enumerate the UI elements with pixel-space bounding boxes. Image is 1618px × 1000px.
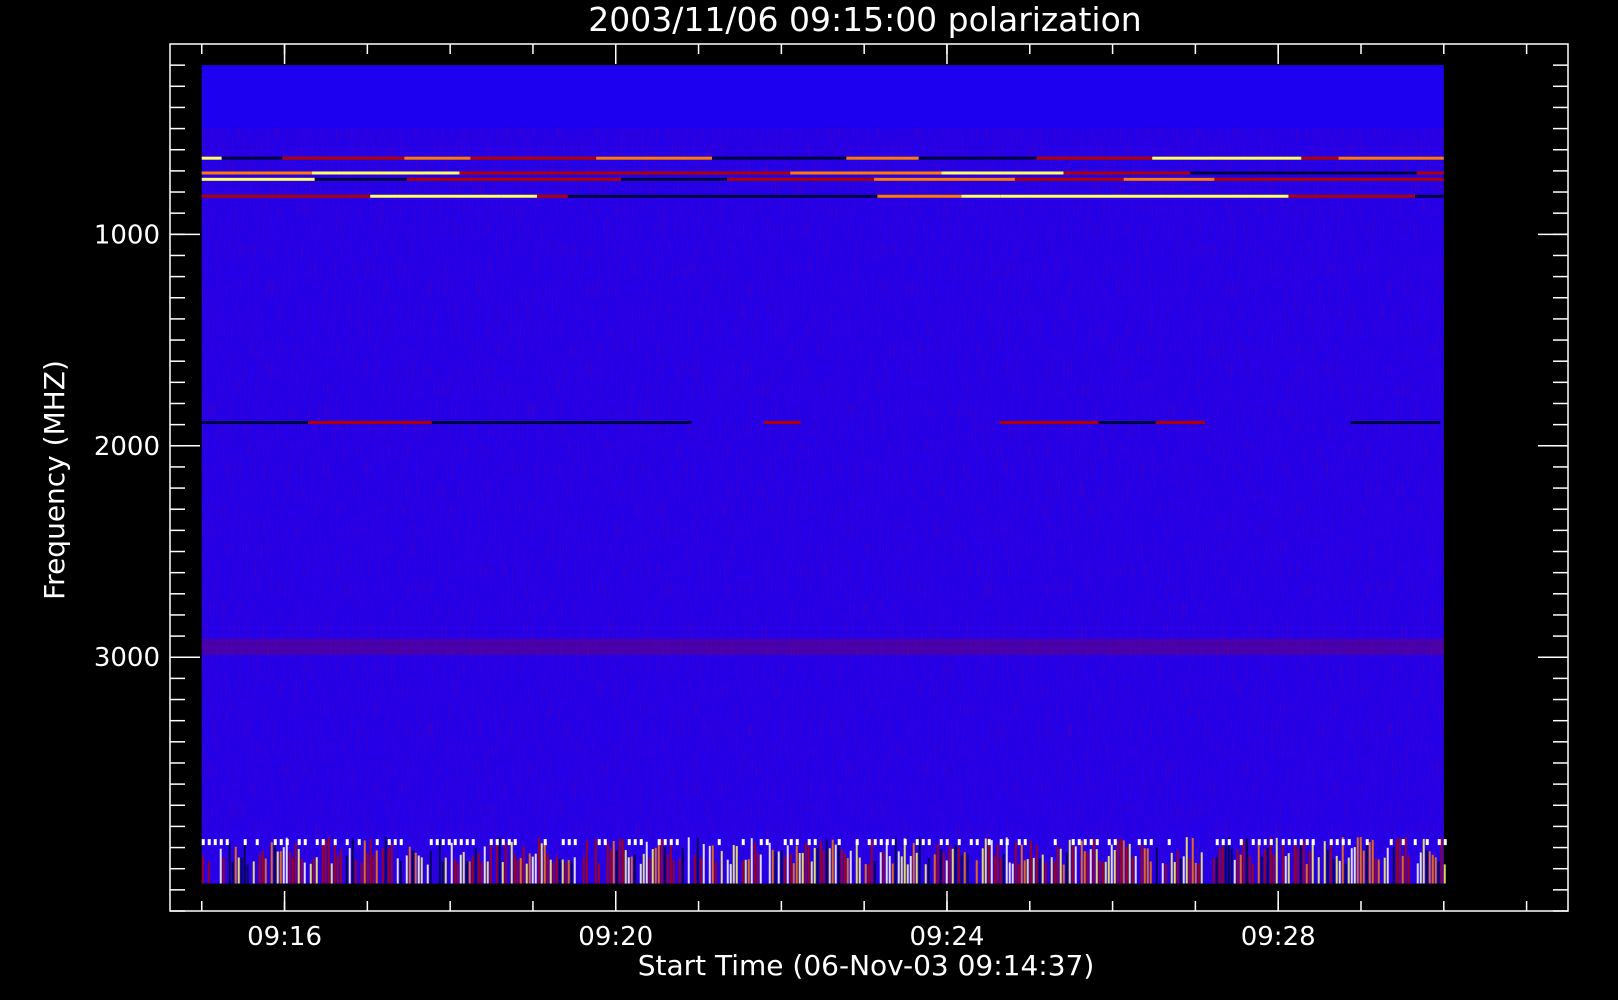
chart-title: 2003/11/06 09:15:00 polarization: [588, 0, 1141, 39]
noise-red-texture: [201, 128, 1444, 884]
spectrogram-image: [201, 65, 1447, 884]
spectrogram-chart: 2003/11/06 09:15:00 polarization 09:16 09…: [38, 0, 1569, 982]
streak-640mhz: [201, 156, 1444, 160]
y-tick-label: 3000: [94, 643, 160, 673]
x-axis-label: Start Time (06-Nov-03 09:14:37): [638, 949, 1095, 982]
x-tick-label: 09:16: [247, 922, 322, 952]
streak-820mhz: [201, 194, 1444, 198]
y-tick-label: 2000: [94, 432, 160, 462]
streak-740mhz: [201, 177, 1444, 181]
y-tick-label: 1000: [94, 220, 160, 250]
x-tick-label: 09:28: [1241, 922, 1316, 952]
y-axis-label: Frequency (MHZ): [38, 360, 71, 600]
x-tick-label: 09:24: [910, 922, 985, 952]
streak-710mhz: [201, 171, 1444, 175]
x-tick-label: 09:20: [578, 922, 653, 952]
band-2950mhz: [201, 638, 1444, 655]
